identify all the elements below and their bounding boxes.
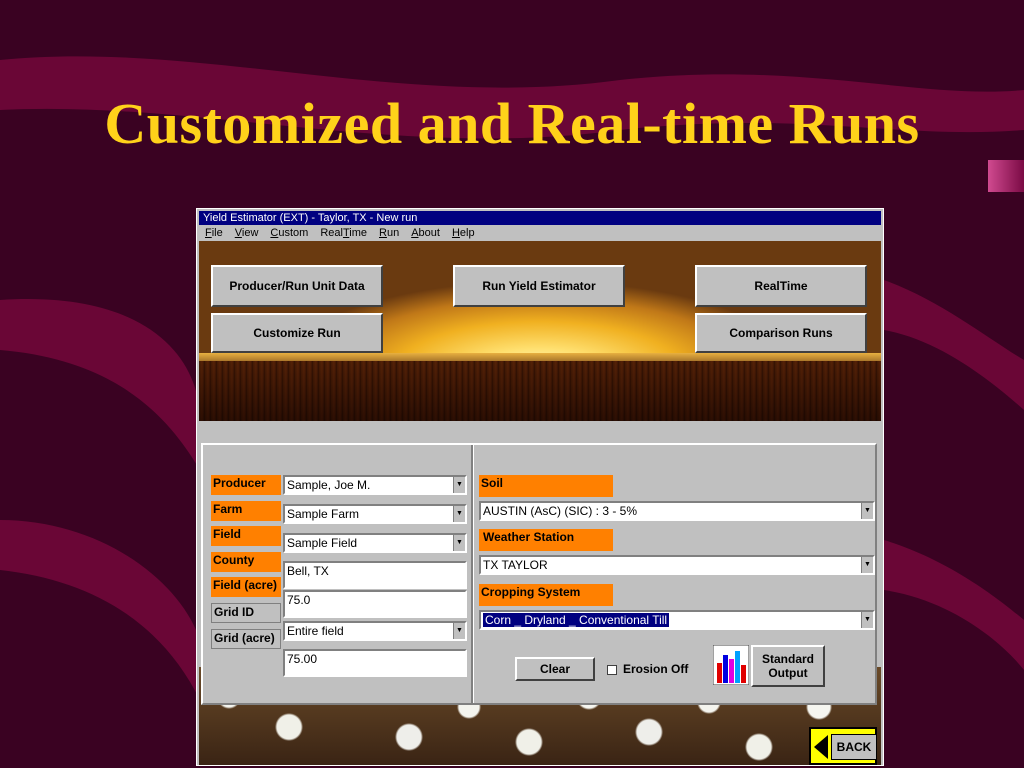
- grid-id-value: Entire field: [287, 624, 344, 638]
- weather-station-value: TX TAYLOR: [483, 558, 548, 572]
- county-label: County: [211, 552, 281, 572]
- run-yield-estimator-button[interactable]: Run Yield Estimator: [453, 265, 625, 307]
- cropping-system-label: Cropping System: [479, 584, 613, 606]
- menu-realtime[interactable]: RealTime: [318, 225, 369, 241]
- field-value: Sample Field: [287, 536, 358, 550]
- producer-value: Sample, Joe M.: [287, 478, 371, 492]
- clear-button[interactable]: Clear: [515, 657, 595, 681]
- producer-run-unit-data-button[interactable]: Producer/Run Unit Data: [211, 265, 383, 307]
- field-select[interactable]: Sample Field ▼: [283, 533, 467, 553]
- comparison-runs-button[interactable]: Comparison Runs: [695, 313, 867, 353]
- erosion-checkbox[interactable]: [607, 665, 617, 675]
- cropping-system-value: Corn _ Dryland _ Conventional Till: [483, 613, 670, 627]
- farm-label: Farm: [211, 501, 281, 521]
- soil-label: Soil: [479, 475, 613, 497]
- farm-value: Sample Farm: [287, 507, 360, 521]
- back-button[interactable]: BACK: [809, 727, 877, 765]
- customize-run-button[interactable]: Customize Run: [211, 313, 383, 353]
- chart-output-icon[interactable]: [713, 645, 749, 685]
- slide-title: Customized and Real-time Runs: [104, 91, 920, 156]
- producer-select[interactable]: Sample, Joe M. ▼: [283, 475, 467, 495]
- weather-station-label: Weather Station: [479, 529, 613, 551]
- menu-help[interactable]: Help: [450, 225, 477, 241]
- grid-acre-input[interactable]: 75.00: [283, 649, 467, 677]
- menu-file[interactable]: File: [203, 225, 225, 241]
- menu-bar: File View Custom RealTime Run About Help: [199, 225, 881, 241]
- decorative-tab: [988, 160, 1024, 192]
- soil-value: AUSTIN (AsC) (SIC) : 3 - 5%: [483, 504, 638, 518]
- field-label: Field: [211, 526, 281, 546]
- panel-divider: [471, 445, 474, 703]
- erosion-label: Erosion Off: [623, 662, 689, 676]
- menu-custom[interactable]: Custom: [268, 225, 310, 241]
- menu-about[interactable]: About: [409, 225, 442, 241]
- field-acre-label: Field (acre): [211, 577, 281, 597]
- run-settings-panel: Producer Farm Field County Field (acre) …: [201, 443, 877, 705]
- dropdown-arrow-icon[interactable]: ▼: [453, 535, 465, 551]
- grid-acre-label: Grid (acre): [211, 629, 281, 649]
- back-arrow-icon: [814, 735, 828, 759]
- dropdown-arrow-icon[interactable]: ▼: [861, 503, 873, 519]
- app-window: Yield Estimator (EXT) - Taylor, TX - New…: [196, 208, 884, 766]
- dropdown-arrow-icon[interactable]: ▼: [861, 557, 873, 573]
- dropdown-arrow-icon[interactable]: ▼: [861, 612, 873, 628]
- standard-output-line1: Standard: [761, 652, 814, 666]
- county-input[interactable]: Bell, TX: [283, 561, 467, 589]
- standard-output-button[interactable]: Standard Output: [751, 645, 825, 687]
- dropdown-arrow-icon[interactable]: ▼: [453, 506, 465, 522]
- cropping-system-select[interactable]: Corn _ Dryland _ Conventional Till ▼: [479, 610, 875, 630]
- menu-run[interactable]: Run: [377, 225, 401, 241]
- menu-view[interactable]: View: [233, 225, 261, 241]
- field-image: [199, 361, 881, 421]
- weather-station-select[interactable]: TX TAYLOR ▼: [479, 555, 875, 575]
- standard-output-line2: Output: [768, 666, 808, 680]
- dropdown-arrow-icon[interactable]: ▼: [453, 477, 465, 493]
- producer-label: Producer: [211, 475, 281, 495]
- farm-select[interactable]: Sample Farm ▼: [283, 504, 467, 524]
- field-acre-input[interactable]: 75.0: [283, 590, 467, 618]
- dropdown-arrow-icon[interactable]: ▼: [453, 623, 465, 639]
- window-titlebar: Yield Estimator (EXT) - Taylor, TX - New…: [199, 211, 881, 225]
- grid-id-label: Grid ID: [211, 603, 281, 623]
- soil-select[interactable]: AUSTIN (AsC) (SIC) : 3 - 5% ▼: [479, 501, 875, 521]
- grid-id-select[interactable]: Entire field ▼: [283, 621, 467, 641]
- app-content: Producer/Run Unit Data Run Yield Estimat…: [199, 241, 881, 765]
- realtime-button[interactable]: RealTime: [695, 265, 867, 307]
- back-label: BACK: [831, 734, 877, 760]
